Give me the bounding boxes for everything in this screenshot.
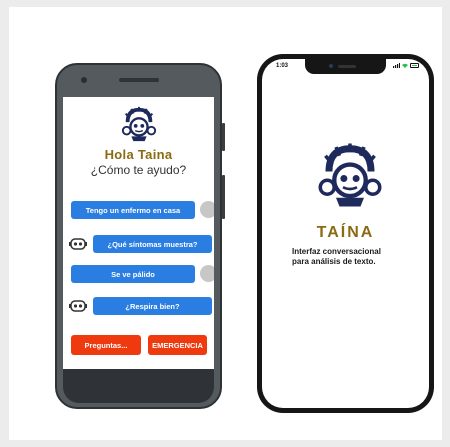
greeting-title: Hola Taina [104, 147, 173, 162]
description-line-2: para análisis de texto. [292, 257, 376, 266]
android-phone: Hola Taina ¿Cómo te ayudo? Tengo un enfe… [55, 63, 225, 409]
power-button [222, 123, 225, 151]
status-time: 1:03 [276, 63, 289, 69]
bot-message-2[interactable]: ¿Respira bien? [93, 297, 212, 315]
earpiece-speaker [119, 78, 159, 82]
questions-button[interactable]: Preguntas... [71, 335, 141, 355]
bot-icon [69, 238, 87, 250]
taina-logo-icon [318, 143, 382, 207]
battery-icon [410, 63, 419, 68]
description-line-1: Interfaz conversacional [292, 247, 381, 256]
front-camera [329, 64, 333, 68]
greeting-subtitle: ¿Cómo te ayudo? [90, 163, 187, 177]
front-camera [81, 77, 87, 83]
user-message-1[interactable]: Tengo un enfermo en casa [71, 201, 195, 219]
user-message-2[interactable]: Se ve pálido [71, 265, 195, 283]
phone-bottom-bezel [63, 369, 214, 403]
user-avatar [200, 265, 214, 282]
signal-icon [393, 63, 400, 68]
phone-top-bezel [57, 65, 220, 97]
iphone-screen: 1:03 TAÍNA Interfaz conversacional para … [262, 59, 429, 408]
volume-button [222, 175, 225, 219]
status-icons [393, 63, 419, 68]
bot-message-1[interactable]: ¿Qué síntomas muestra? [93, 235, 212, 253]
earpiece-speaker [338, 65, 356, 68]
app-description: Interfaz conversacional para análisis de… [292, 247, 422, 267]
android-screen: Hola Taina ¿Cómo te ayudo? Tengo un enfe… [63, 97, 214, 369]
taina-logo-icon [121, 106, 157, 142]
emergency-button[interactable]: EMERGENCIA [148, 335, 207, 355]
mockup-card: Hola Taina ¿Cómo te ayudo? Tengo un enfe… [9, 7, 442, 440]
user-avatar [200, 201, 214, 218]
notch [305, 59, 386, 74]
brand-wordmark: TAÍNA [316, 224, 375, 241]
wifi-icon [402, 63, 408, 68]
iphone: 1:03 TAÍNA Interfaz conversacional para … [257, 54, 434, 413]
bot-icon [69, 300, 87, 312]
